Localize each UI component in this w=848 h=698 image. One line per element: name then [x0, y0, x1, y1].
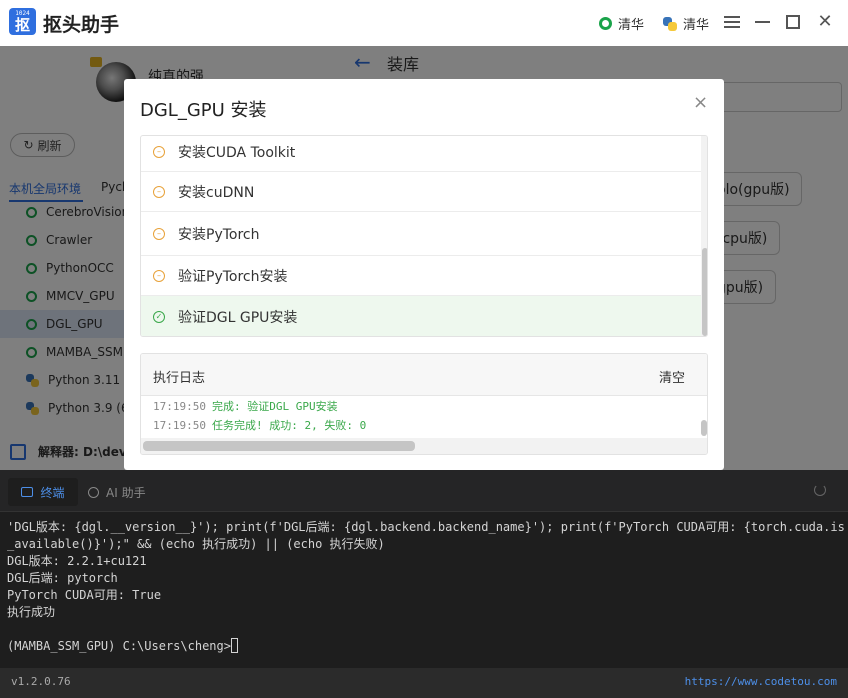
terminal-icon	[21, 487, 34, 497]
scrollbar-thumb[interactable]	[143, 441, 415, 451]
version-label: v1.2.0.76	[11, 675, 71, 688]
dialog-title: DGL_GPU 安装	[140, 100, 267, 121]
step-list: – 安装CUDA Toolkit – 安装cuDNN – 安装PyTorch –…	[140, 135, 708, 337]
step-item: – 安装PyTorch	[141, 212, 701, 256]
pending-icon: –	[153, 185, 165, 198]
terminal-panel: 终端 AI 助手 'DGL版本: {dgl.__version__}'); pr…	[0, 470, 848, 668]
log-line: 17:19:50 任务完成! 成功: 2, 失败: 0	[153, 419, 367, 432]
log-panel: 执行日志 清空 17:19:50 完成: 验证DGL GPU安装 17:19:50…	[140, 353, 708, 455]
status-ring-icon	[599, 17, 612, 30]
log-horizontal-scrollbar[interactable]	[141, 438, 707, 454]
log-title: 执行日志	[153, 371, 206, 386]
title-bar: 1024 抠 抠头助手 清华 清华 ✕	[0, 0, 848, 46]
terminal-line: DGL版本: 2.2.1+cu121	[7, 554, 147, 568]
status-bar: v1.2.0.76 https://www.codetou.com	[0, 668, 848, 698]
step-list-scrollbar[interactable]	[701, 136, 707, 336]
maximize-button[interactable]	[783, 12, 803, 32]
minimize-button[interactable]	[752, 12, 772, 32]
maximize-icon	[786, 15, 800, 29]
chat-icon	[88, 486, 99, 498]
python-mirror-button[interactable]: 清华	[663, 14, 709, 33]
clear-log-button[interactable]: 清空	[659, 367, 685, 386]
step-item: – 验证PyTorch安装	[141, 256, 701, 296]
website-link[interactable]: https://www.codetou.com	[685, 675, 837, 688]
log-header: 执行日志 清空	[141, 354, 707, 396]
cursor	[230, 638, 238, 653]
install-dialog: DGL_GPU 安装 × – 安装CUDA Toolkit – 安装cuDNN …	[124, 79, 724, 470]
log-line: 17:19:50 完成: 验证DGL GPU安装	[153, 400, 338, 413]
app-logo: 1024 抠	[9, 8, 36, 35]
terminal-line: DGL后端: pytorch	[7, 571, 118, 585]
terminal-output[interactable]: 'DGL版本: {dgl.__version__}'); print(f'DGL…	[7, 519, 845, 655]
scrollbar-thumb[interactable]	[701, 420, 707, 436]
terminal-prompt[interactable]: (MAMBA_SSM_GPU) C:\Users\cheng>	[7, 638, 845, 655]
terminal-line: PyTorch CUDA可用: True	[7, 588, 162, 602]
close-icon: ✕	[817, 11, 833, 32]
tab-terminal[interactable]: 终端	[8, 478, 78, 506]
terminal-line: 执行成功	[7, 605, 56, 619]
hamburger-icon	[724, 16, 740, 28]
log-vertical-scrollbar[interactable]	[701, 396, 707, 438]
step-item-done: ✓ 验证DGL GPU安装	[141, 296, 701, 336]
python-icon	[663, 16, 677, 31]
minimize-icon	[754, 21, 770, 23]
step-item: – 安装cuDNN	[141, 172, 701, 212]
refresh-icon[interactable]	[814, 484, 826, 496]
app-title: 抠头助手	[43, 14, 120, 36]
terminal-line: 'DGL版本: {dgl.__version__}'); print(f'DGL…	[7, 520, 845, 551]
dialog-close-button[interactable]: ×	[693, 92, 708, 113]
step-item: – 安装CUDA Toolkit	[141, 136, 701, 172]
terminal-tabs: 终端 AI 助手	[0, 470, 848, 512]
menu-button[interactable]	[722, 12, 742, 32]
check-icon: ✓	[153, 310, 165, 323]
pending-icon: –	[153, 269, 165, 282]
pending-icon: –	[153, 227, 165, 240]
mirror-status-button[interactable]: 清华	[599, 14, 644, 33]
pending-icon: –	[153, 145, 165, 158]
scrollbar-thumb[interactable]	[702, 248, 707, 336]
tab-ai-assistant[interactable]: AI 助手	[88, 478, 146, 506]
close-window-button[interactable]: ✕	[815, 12, 835, 32]
